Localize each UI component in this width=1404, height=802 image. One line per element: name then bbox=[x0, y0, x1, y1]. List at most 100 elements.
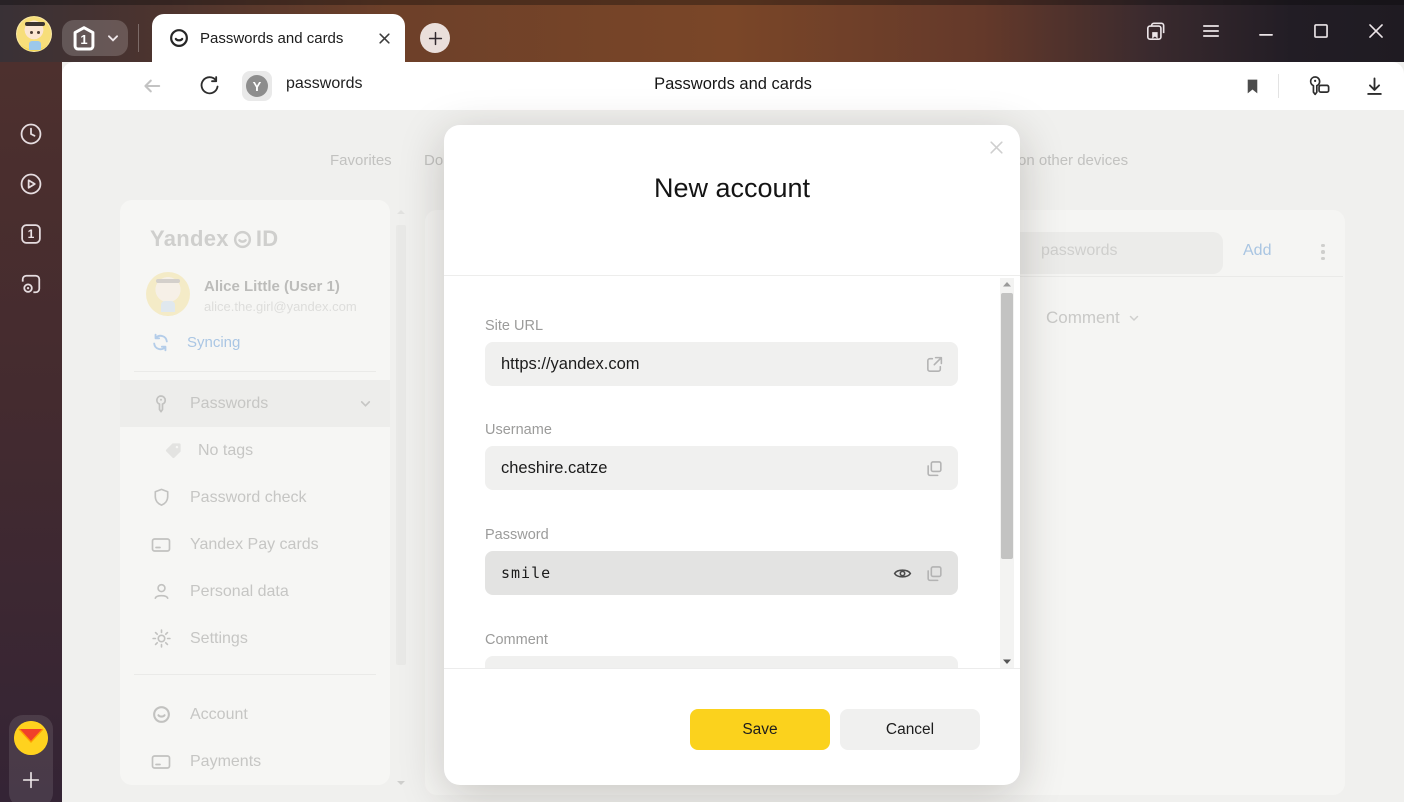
sidebar-item-payments[interactable]: Payments bbox=[120, 738, 390, 785]
comment-column-header[interactable]: Comment bbox=[1046, 308, 1140, 328]
scroll-down-icon[interactable] bbox=[1001, 658, 1013, 666]
toolbar-page-title: Passwords and cards bbox=[62, 75, 1404, 94]
tab-shape-icon: 1 bbox=[70, 24, 98, 52]
sidebar-item-label: Settings bbox=[190, 630, 248, 648]
sidebar-item-passwords[interactable]: Passwords bbox=[120, 380, 390, 427]
sidebar-item-account[interactable]: Account bbox=[120, 691, 390, 738]
save-button[interactable]: Save bbox=[690, 709, 830, 750]
scrollbar-thumb[interactable] bbox=[396, 225, 406, 665]
maximize-icon[interactable] bbox=[1307, 17, 1335, 45]
scroll-up-icon[interactable] bbox=[1001, 280, 1013, 288]
add-password-link[interactable]: Add bbox=[1243, 242, 1271, 260]
yandex-id-logo-left: Yandex bbox=[150, 226, 229, 252]
sidebar-item-label: Account bbox=[190, 706, 248, 724]
profile-avatar[interactable] bbox=[16, 16, 52, 52]
new-account-modal: New account Site URL Username Password bbox=[444, 125, 1020, 785]
minimize-icon[interactable] bbox=[1252, 17, 1280, 45]
sidebar-item-yandex-pay-cards[interactable]: Yandex Pay cards bbox=[120, 521, 390, 568]
toolbar-divider bbox=[1278, 74, 1279, 98]
copy-icon[interactable] bbox=[922, 551, 946, 595]
sync-arrows-icon bbox=[150, 332, 171, 353]
add-shortcut-plus-icon[interactable] bbox=[14, 763, 48, 797]
window-titlebar: 1 Passwords and cards bbox=[0, 0, 1404, 62]
cancel-button[interactable]: Cancel bbox=[840, 709, 980, 750]
yandex-id-logo: Yandex ID bbox=[150, 226, 390, 252]
comment-label: Comment bbox=[485, 632, 958, 648]
nav-other-devices-fragment[interactable]: on other devices bbox=[1018, 152, 1128, 169]
yandex-id-smile-icon bbox=[232, 229, 253, 250]
comment-field[interactable] bbox=[485, 656, 958, 668]
username-field[interactable] bbox=[485, 446, 958, 490]
tab-counter[interactable]: 1 bbox=[62, 20, 128, 56]
user-email: alice.the.girl@yandex.com bbox=[204, 299, 357, 314]
modal-scrollbar[interactable] bbox=[1000, 278, 1014, 668]
sync-status: Syncing bbox=[187, 334, 240, 351]
password-label: Password bbox=[485, 527, 958, 543]
active-tab[interactable]: Passwords and cards bbox=[152, 14, 405, 62]
modal-close-icon[interactable] bbox=[984, 135, 1008, 159]
password-field[interactable] bbox=[485, 551, 958, 595]
sidebar-item-no-tags[interactable]: No tags bbox=[120, 427, 390, 474]
new-tab-button[interactable] bbox=[420, 23, 450, 53]
close-icon[interactable] bbox=[1362, 17, 1390, 45]
copy-icon[interactable] bbox=[922, 446, 946, 490]
sidebar-item-label: Personal data bbox=[190, 583, 289, 601]
person-icon bbox=[150, 581, 172, 603]
passwords-key-icon[interactable] bbox=[1304, 72, 1332, 100]
tab-close-icon[interactable] bbox=[378, 32, 391, 45]
chevron-down-icon bbox=[1128, 312, 1140, 324]
yandex-id-logo-right: ID bbox=[256, 226, 279, 252]
sidebar-item-label: Password check bbox=[190, 489, 307, 507]
sidebar-item-label: No tags bbox=[198, 442, 253, 460]
yandex-id-smile-icon bbox=[168, 27, 190, 49]
sync-row[interactable]: Syncing bbox=[150, 332, 390, 353]
sidebar-item-personal-data[interactable]: Personal data bbox=[120, 568, 390, 615]
eye-icon[interactable] bbox=[890, 551, 914, 595]
sidebar-item-settings[interactable]: Settings bbox=[120, 615, 390, 662]
user-avatar bbox=[146, 272, 190, 316]
key-icon bbox=[150, 393, 172, 415]
history-clock-icon[interactable] bbox=[17, 120, 45, 148]
chevron-down-icon bbox=[359, 397, 372, 410]
sidebar-divider bbox=[134, 371, 376, 372]
play-media-icon[interactable] bbox=[17, 170, 45, 198]
side-panels-icon[interactable] bbox=[1142, 17, 1170, 45]
download-icon[interactable] bbox=[1360, 72, 1388, 100]
tag-icon bbox=[162, 440, 184, 462]
scroll-down-icon[interactable] bbox=[396, 780, 406, 786]
tab-count: 1 bbox=[70, 24, 98, 52]
scroll-up-icon[interactable] bbox=[396, 209, 406, 215]
modal-title: New account bbox=[444, 173, 1020, 204]
sidebar-scrollbar[interactable] bbox=[394, 205, 408, 790]
sidebar-item-password-check[interactable]: Password check bbox=[120, 474, 390, 521]
browser-toolbar: Y passwords Passwords and cards bbox=[62, 62, 1404, 110]
yandex-id-smile-icon bbox=[150, 704, 172, 726]
username-label: Username bbox=[485, 422, 958, 438]
modal-body: Site URL Username Password bbox=[444, 276, 1020, 668]
sidebar-item-label: Yandex Pay cards bbox=[190, 536, 319, 554]
rail-tab-count: 1 bbox=[17, 220, 45, 248]
left-sidebar-rail: 1 bbox=[0, 62, 62, 802]
sidebar-item-label: Payments bbox=[190, 753, 261, 771]
site-url-label: Site URL bbox=[485, 318, 958, 334]
pinned-apps-tile bbox=[9, 715, 53, 802]
passwords-sidebar-panel: Yandex ID Alice Little (User 1) alice.th… bbox=[120, 200, 390, 785]
sidebar-divider bbox=[134, 674, 376, 675]
menu-hamburger-icon[interactable] bbox=[1197, 17, 1225, 45]
bank-card-icon bbox=[150, 534, 172, 556]
screenshot-icon[interactable] bbox=[17, 270, 45, 298]
site-url-field[interactable] bbox=[485, 342, 958, 386]
yandex-mail-icon[interactable] bbox=[14, 721, 48, 755]
modal-footer: Save Cancel bbox=[444, 668, 1020, 785]
user-name: Alice Little (User 1) bbox=[204, 272, 357, 295]
kebab-menu-icon[interactable] bbox=[1313, 238, 1333, 266]
nav-favorites[interactable]: Favorites bbox=[330, 152, 392, 169]
external-link-icon[interactable] bbox=[922, 342, 946, 386]
chevron-down-icon[interactable] bbox=[106, 31, 120, 45]
tabs-panel-icon[interactable]: 1 bbox=[17, 220, 45, 248]
scrollbar-thumb[interactable] bbox=[1001, 293, 1013, 559]
nav-downloads-fragment[interactable]: Do bbox=[424, 152, 443, 169]
bookmark-icon[interactable] bbox=[1238, 72, 1266, 100]
comment-header-label: Comment bbox=[1046, 308, 1120, 328]
chrome-divider bbox=[138, 24, 139, 52]
